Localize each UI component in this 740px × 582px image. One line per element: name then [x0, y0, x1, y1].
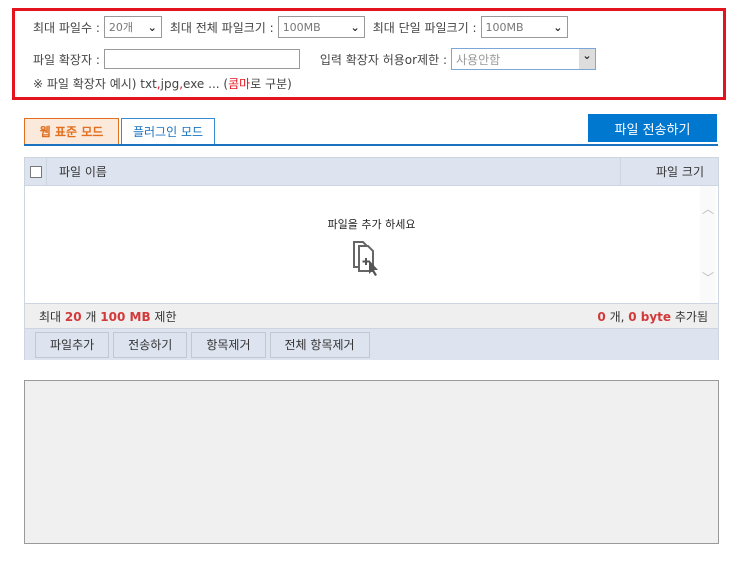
output-panel — [24, 380, 719, 544]
chevron-down-icon: ⌄ — [579, 49, 595, 69]
limit-size: 100 MB — [100, 309, 151, 324]
ext-note: ※ 파일 확장자 예시) txt, jpg, exe ... (콤마 로 구분) — [33, 75, 292, 92]
note-text: 로 구분) — [250, 77, 292, 91]
note-text: ※ 파일 확장자 예시) txt — [33, 77, 157, 91]
note-text: exe ... ( — [183, 76, 229, 91]
max-single-value: 100MB — [485, 20, 524, 34]
limit-text: 제한 — [150, 309, 177, 324]
limit-text: 개 — [81, 309, 101, 324]
ext-input[interactable] — [103, 49, 300, 69]
file-drop-area[interactable]: 파일을 추가 하세요 ︿ ﹀ — [25, 186, 718, 303]
max-files-value: 20개 — [108, 21, 133, 34]
remove-item-button[interactable]: 항목제거 — [191, 331, 266, 358]
options-panel: 최대 파일수 : 20개 ⌄ 최대 전체 파일크기 : 100MB ⌄ 최대 단일 … — [12, 8, 726, 100]
max-single-label: 최대 단일 파일크기 : — [372, 20, 477, 35]
max-single-select[interactable]: 100MB ⌄ — [480, 16, 568, 38]
added-text: 개, — [605, 309, 629, 324]
empty-message: 파일을 추가 하세요 — [327, 218, 416, 231]
tab-plugin[interactable]: 플러그인 모드 — [121, 118, 215, 145]
note-text: jpg — [160, 76, 180, 91]
max-total-label: 최대 전체 파일크기 : — [169, 20, 274, 35]
ext-mode-select[interactable]: 사용안함 ⌄ — [451, 48, 596, 70]
max-total-select[interactable]: 100MB ⌄ — [277, 16, 365, 38]
scroll-up-icon[interactable]: ︿ — [700, 200, 716, 217]
limit-info: 최대 20 개 100 MB 제한 — [39, 308, 177, 325]
add-file-button[interactable]: 파일추가 — [35, 331, 110, 358]
upload-button[interactable]: 전송하기 — [113, 331, 188, 358]
added-bytes: 0 byte — [628, 309, 672, 324]
added-text: 추가됨 — [671, 309, 708, 324]
file-table: 파일 이름 파일 크기 파일을 추가 하세요 ︿ ﹀ 최대 20 개 100 MB… — [24, 157, 719, 360]
chevron-down-icon: ⌄ — [350, 20, 360, 34]
col-file-name[interactable]: 파일 이름 — [47, 163, 620, 180]
ext-mode-label: 입력 확장자 허용or제한 : — [319, 52, 447, 67]
tab-web-standard[interactable]: 웹 표준 모드 — [24, 118, 119, 145]
limit-text: 최대 — [39, 309, 65, 324]
added-info: 0 개, 0 byte 추가됨 — [597, 308, 708, 325]
col-file-size[interactable]: 파일 크기 — [620, 157, 718, 186]
limit-count: 20 — [64, 309, 82, 324]
scrollbar[interactable]: ︿ ﹀ — [700, 186, 716, 303]
note-comma-word: 콤마 — [228, 77, 251, 91]
select-all-checkbox[interactable] — [29, 165, 42, 178]
added-count: 0 — [597, 309, 606, 324]
remove-all-button[interactable]: 전체 항목제거 — [269, 331, 370, 358]
ext-label: 파일 확장자 : — [33, 52, 100, 67]
max-files-label: 최대 파일수 : — [33, 20, 100, 35]
scroll-down-icon[interactable]: ﹀ — [700, 269, 716, 286]
max-total-value: 100MB — [282, 20, 321, 34]
send-files-button[interactable]: 파일 전송하기 — [588, 114, 717, 142]
chevron-down-icon: ⌄ — [147, 20, 157, 34]
tab-underline — [24, 144, 718, 146]
add-file-icon — [353, 241, 378, 276]
ext-mode-value: 사용안함 — [456, 52, 501, 67]
chevron-down-icon: ⌄ — [553, 20, 563, 34]
max-files-select[interactable]: 20개 ⌄ — [103, 16, 162, 38]
